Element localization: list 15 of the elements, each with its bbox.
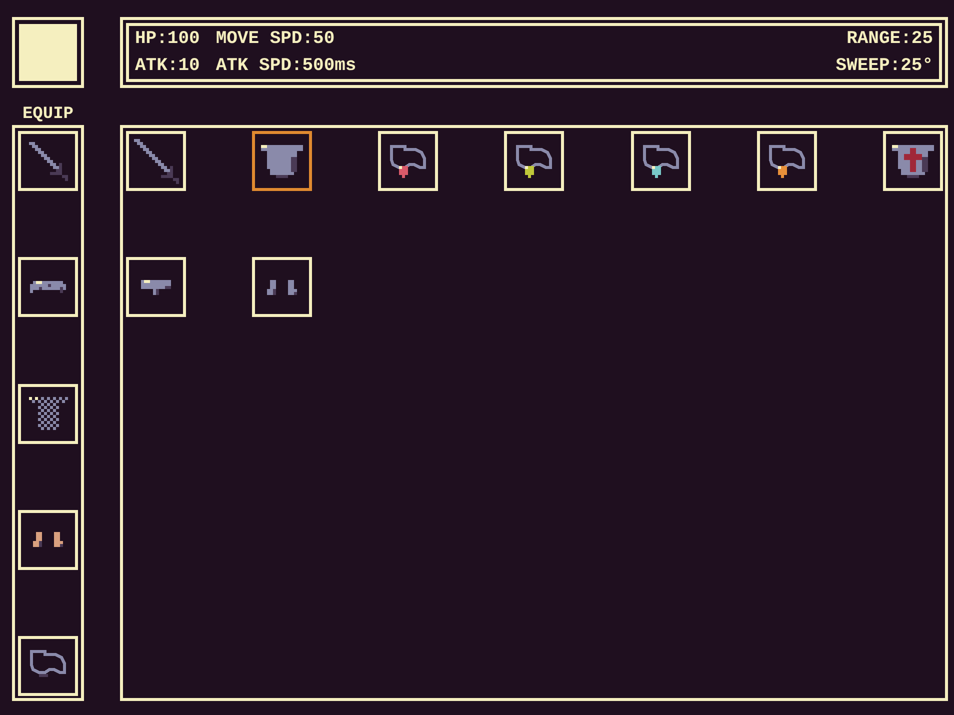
stat-text: RANGE:25 [846, 28, 933, 51]
item-slot[interactable] [252, 131, 312, 191]
sword-icon [134, 138, 178, 184]
stat-text: SWEEP:25° [836, 55, 933, 78]
stat-text: HP:100 [135, 28, 200, 51]
chainmail-icon [28, 397, 68, 430]
hat-icon [141, 280, 171, 294]
stat-text: ATK:10 [135, 55, 200, 78]
stat-text: ATK SPD:500ms [216, 55, 356, 78]
equip-title: EQUIP [21, 104, 74, 125]
armor-icon [261, 144, 304, 178]
stat-text: MOVE SPD:50 [216, 28, 335, 51]
dagger-icon [28, 142, 68, 180]
helmet-icon [30, 281, 66, 294]
portrait-placeholder [19, 24, 77, 81]
